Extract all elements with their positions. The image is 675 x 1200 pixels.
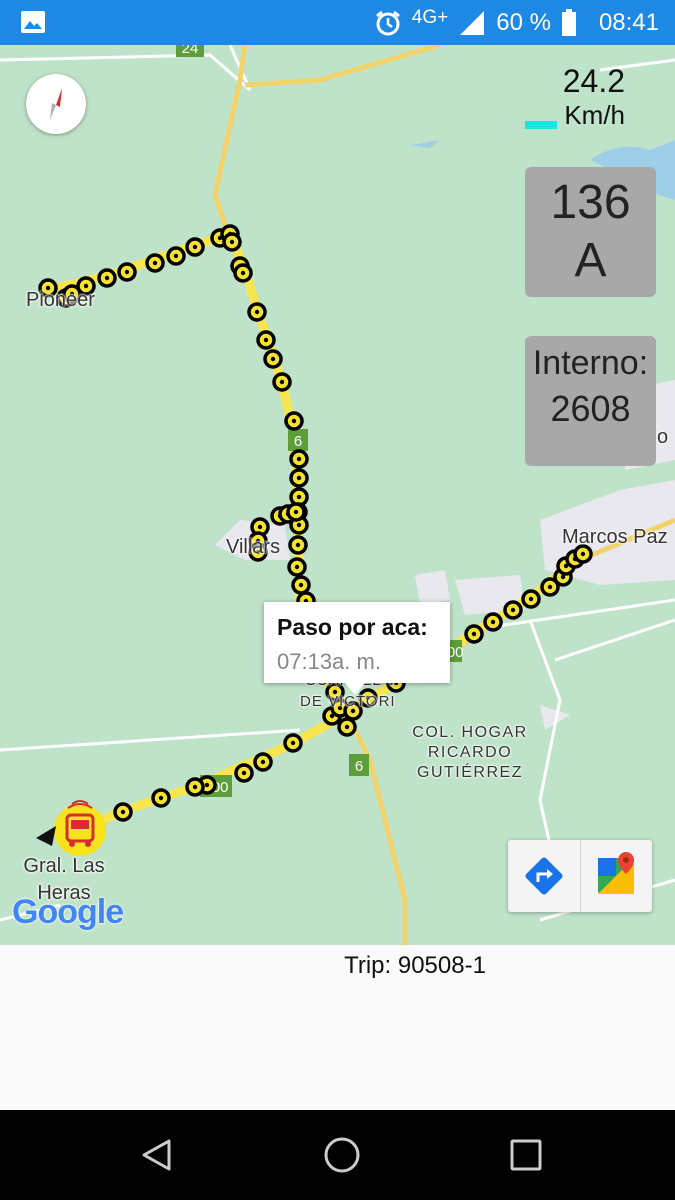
navigation-bar bbox=[0, 1110, 675, 1200]
info-window[interactable]: Paso por aca: 07:13a. m. bbox=[264, 602, 450, 683]
place-label-victoria: DE VICTORI bbox=[300, 693, 396, 710]
track-point[interactable] bbox=[185, 777, 205, 797]
place-label-col-hogar: COL. HOGAR RICARDO GUTIÉRREZ bbox=[405, 723, 535, 783]
track-point[interactable] bbox=[97, 268, 117, 288]
track-point[interactable] bbox=[291, 575, 311, 595]
track-point[interactable] bbox=[256, 330, 276, 350]
signal-icon bbox=[460, 10, 485, 35]
interno-label: Interno: bbox=[532, 344, 649, 382]
status-bar: 4G+ 60 % 08:41 bbox=[0, 0, 675, 45]
google-maps-icon bbox=[598, 852, 634, 894]
info-window-tail bbox=[345, 683, 365, 695]
speed-value: 24.2 bbox=[562, 63, 625, 99]
track-point[interactable] bbox=[234, 763, 254, 783]
open-maps-button[interactable] bbox=[580, 840, 652, 912]
back-icon[interactable] bbox=[127, 1125, 187, 1185]
interno-panel: Interno: 2608 bbox=[525, 336, 656, 466]
svg-text:24: 24 bbox=[182, 45, 199, 57]
directions-button[interactable] bbox=[508, 840, 580, 912]
col-hogar-line: GUTIÉRREZ bbox=[417, 764, 523, 781]
alarm-icon bbox=[375, 10, 400, 35]
svg-text:6: 6 bbox=[294, 433, 302, 450]
col-hogar-line: COL. HOGAR bbox=[412, 724, 528, 741]
place-label-pioneer: Pioneer bbox=[26, 289, 95, 311]
place-label-villars: Villars bbox=[226, 536, 281, 558]
bus-marker[interactable] bbox=[36, 800, 106, 856]
speed-bar bbox=[525, 121, 557, 129]
google-attribution: Google bbox=[12, 893, 124, 932]
line-number: 136 bbox=[550, 176, 631, 229]
track-point[interactable] bbox=[253, 752, 273, 772]
track-point[interactable] bbox=[464, 624, 484, 644]
track-point[interactable] bbox=[272, 372, 292, 392]
image-icon bbox=[21, 11, 45, 33]
line-panel: 136 A bbox=[525, 167, 656, 297]
home-icon[interactable] bbox=[312, 1125, 372, 1185]
trip-label: Trip: 90508-1 bbox=[344, 952, 486, 979]
track-point[interactable] bbox=[151, 788, 171, 808]
compass-button[interactable] bbox=[26, 74, 86, 134]
track-point[interactable] bbox=[263, 349, 283, 369]
track-point[interactable] bbox=[185, 237, 205, 257]
track-point[interactable] bbox=[222, 232, 242, 252]
track-point[interactable] bbox=[247, 302, 267, 322]
info-window-title: Paso por aca: bbox=[277, 614, 428, 640]
interno-value: 2608 bbox=[550, 388, 631, 429]
track-point[interactable] bbox=[117, 262, 137, 282]
google-logo: Google bbox=[12, 893, 124, 931]
track-point[interactable] bbox=[283, 733, 303, 753]
track-point[interactable] bbox=[521, 589, 541, 609]
network-type: 4G+ bbox=[411, 6, 449, 28]
info-window-time: 07:13a. m. bbox=[277, 649, 381, 674]
recents-icon[interactable] bbox=[496, 1125, 556, 1185]
track-point[interactable] bbox=[145, 253, 165, 273]
track-point[interactable] bbox=[288, 535, 308, 555]
route-shield: 6 bbox=[288, 429, 308, 451]
track-point[interactable] bbox=[286, 502, 306, 522]
battery-percent: 60 % bbox=[496, 8, 551, 36]
track-point[interactable] bbox=[287, 557, 307, 577]
compass-icon bbox=[50, 88, 62, 120]
gral-line: Gral. Las bbox=[23, 855, 105, 877]
track-point[interactable] bbox=[337, 717, 357, 737]
track-point[interactable] bbox=[483, 612, 503, 632]
line-letter: A bbox=[574, 234, 607, 287]
map-toolbar bbox=[508, 840, 652, 912]
track-point[interactable] bbox=[113, 802, 133, 822]
track-point[interactable] bbox=[166, 246, 186, 266]
svg-text:6: 6 bbox=[355, 758, 363, 775]
route-shield: 24 bbox=[176, 45, 204, 57]
battery-icon bbox=[561, 8, 576, 36]
track-point[interactable] bbox=[503, 600, 523, 620]
track-point[interactable] bbox=[289, 449, 309, 469]
col-hogar-line: RICARDO bbox=[427, 744, 513, 761]
track-point[interactable] bbox=[289, 468, 309, 488]
route-shield: 6 bbox=[349, 754, 369, 776]
directions-icon bbox=[525, 857, 563, 895]
track-point[interactable] bbox=[233, 263, 253, 283]
track-point[interactable] bbox=[284, 411, 304, 431]
clock: 08:41 bbox=[598, 8, 659, 36]
place-label-marcos-paz: Marcos Paz bbox=[562, 526, 668, 548]
place-label-partial: o bbox=[657, 426, 669, 448]
